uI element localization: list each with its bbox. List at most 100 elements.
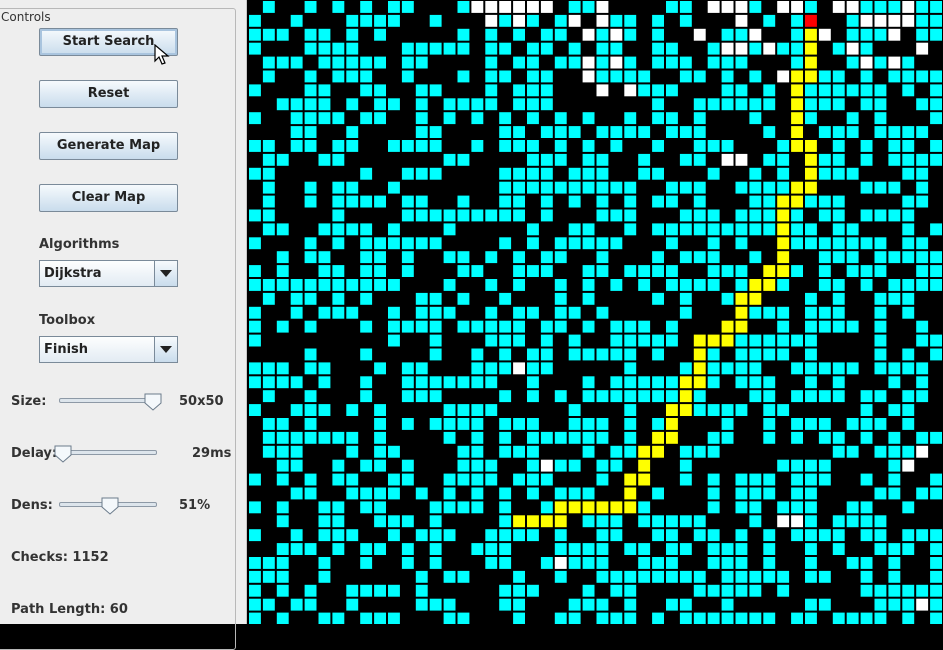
explored-cell[interactable] — [499, 543, 512, 555]
explored-cell[interactable] — [805, 390, 817, 403]
explored-cell[interactable] — [318, 28, 331, 41]
explored-cell[interactable] — [610, 612, 623, 624]
explored-cell[interactable] — [721, 265, 734, 277]
path-cell[interactable] — [624, 501, 637, 514]
explored-cell[interactable] — [527, 153, 539, 166]
explored-cell[interactable] — [874, 515, 887, 528]
explored-cell[interactable] — [888, 181, 901, 194]
explored-cell[interactable] — [401, 418, 414, 430]
explored-cell[interactable] — [527, 42, 539, 55]
explored-cell[interactable] — [527, 181, 539, 194]
explored-cell[interactable] — [388, 181, 400, 194]
explored-cell[interactable] — [791, 334, 803, 347]
explored-cell[interactable] — [818, 459, 831, 472]
explored-cell[interactable] — [582, 487, 595, 500]
explored-cell[interactable] — [888, 279, 901, 291]
explored-cell[interactable] — [332, 501, 345, 514]
open-cell[interactable] — [540, 459, 553, 472]
explored-cell[interactable] — [791, 56, 803, 69]
explored-cell[interactable] — [693, 529, 706, 542]
explored-cell[interactable] — [443, 112, 456, 125]
explored-cell[interactable] — [624, 418, 637, 430]
explored-cell[interactable] — [832, 223, 845, 236]
explored-cell[interactable] — [596, 529, 609, 542]
explored-cell[interactable] — [471, 445, 484, 458]
explored-cell[interactable] — [360, 112, 373, 125]
explored-cell[interactable] — [666, 265, 678, 277]
path-cell[interactable] — [679, 390, 692, 403]
explored-cell[interactable] — [388, 306, 400, 319]
explored-cell[interactable] — [471, 320, 484, 333]
explored-cell[interactable] — [791, 362, 803, 375]
explored-cell[interactable] — [554, 543, 567, 555]
path-cell[interactable] — [610, 501, 623, 514]
explored-cell[interactable] — [721, 598, 734, 611]
path-cell[interactable] — [679, 376, 692, 389]
explored-cell[interactable] — [846, 515, 859, 528]
explored-cell[interactable] — [568, 237, 581, 250]
explored-cell[interactable] — [554, 112, 567, 125]
explored-cell[interactable] — [846, 557, 859, 569]
explored-cell[interactable] — [485, 98, 498, 111]
explored-cell[interactable] — [624, 570, 637, 583]
explored-cell[interactable] — [527, 390, 539, 403]
explored-cell[interactable] — [832, 445, 845, 458]
explored-cell[interactable] — [596, 431, 609, 444]
explored-cell[interactable] — [874, 112, 887, 125]
explored-cell[interactable] — [832, 167, 845, 180]
explored-cell[interactable] — [388, 98, 400, 111]
explored-cell[interactable] — [874, 265, 887, 277]
explored-cell[interactable] — [860, 418, 873, 430]
open-cell[interactable] — [596, 14, 609, 27]
explored-cell[interactable] — [596, 612, 609, 624]
explored-cell[interactable] — [262, 140, 275, 152]
explored-cell[interactable] — [513, 445, 525, 458]
open-cell[interactable] — [610, 28, 623, 41]
explored-cell[interactable] — [429, 543, 442, 555]
explored-cell[interactable] — [874, 237, 887, 250]
explored-cell[interactable] — [499, 445, 512, 458]
explored-cell[interactable] — [332, 1, 345, 13]
explored-cell[interactable] — [249, 612, 261, 624]
explored-cell[interactable] — [401, 515, 414, 528]
explored-cell[interactable] — [818, 320, 831, 333]
explored-cell[interactable] — [346, 598, 359, 611]
explored-cell[interactable] — [527, 14, 539, 27]
explored-cell[interactable] — [332, 473, 345, 486]
explored-cell[interactable] — [499, 237, 512, 250]
explored-cell[interactable] — [249, 320, 261, 333]
explored-cell[interactable] — [707, 584, 720, 597]
explored-cell[interactable] — [290, 445, 303, 458]
explored-cell[interactable] — [485, 459, 498, 472]
explored-cell[interactable] — [568, 306, 581, 319]
explored-cell[interactable] — [388, 279, 400, 291]
explored-cell[interactable] — [860, 209, 873, 222]
explored-cell[interactable] — [554, 306, 567, 319]
explored-cell[interactable] — [818, 167, 831, 180]
explored-cell[interactable] — [262, 418, 275, 430]
explored-cell[interactable] — [415, 376, 428, 389]
explored-cell[interactable] — [735, 209, 748, 222]
explored-cell[interactable] — [763, 473, 776, 486]
explored-cell[interactable] — [304, 42, 317, 55]
explored-cell[interactable] — [846, 320, 859, 333]
explored-cell[interactable] — [429, 126, 442, 138]
explored-cell[interactable] — [679, 362, 692, 375]
explored-cell[interactable] — [304, 140, 317, 152]
explored-cell[interactable] — [304, 1, 317, 13]
explored-cell[interactable] — [652, 487, 664, 500]
explored-cell[interactable] — [304, 362, 317, 375]
explored-cell[interactable] — [805, 557, 817, 569]
explored-cell[interactable] — [415, 56, 428, 69]
explored-cell[interactable] — [888, 431, 901, 444]
explored-cell[interactable] — [930, 98, 942, 111]
explored-cell[interactable] — [832, 98, 845, 111]
explored-cell[interactable] — [735, 487, 748, 500]
path-cell[interactable] — [666, 431, 678, 444]
explored-cell[interactable] — [249, 167, 261, 180]
open-cell[interactable] — [735, 1, 748, 13]
explored-cell[interactable] — [791, 237, 803, 250]
explored-cell[interactable] — [846, 14, 859, 27]
explored-cell[interactable] — [916, 390, 929, 403]
explored-cell[interactable] — [485, 543, 498, 555]
